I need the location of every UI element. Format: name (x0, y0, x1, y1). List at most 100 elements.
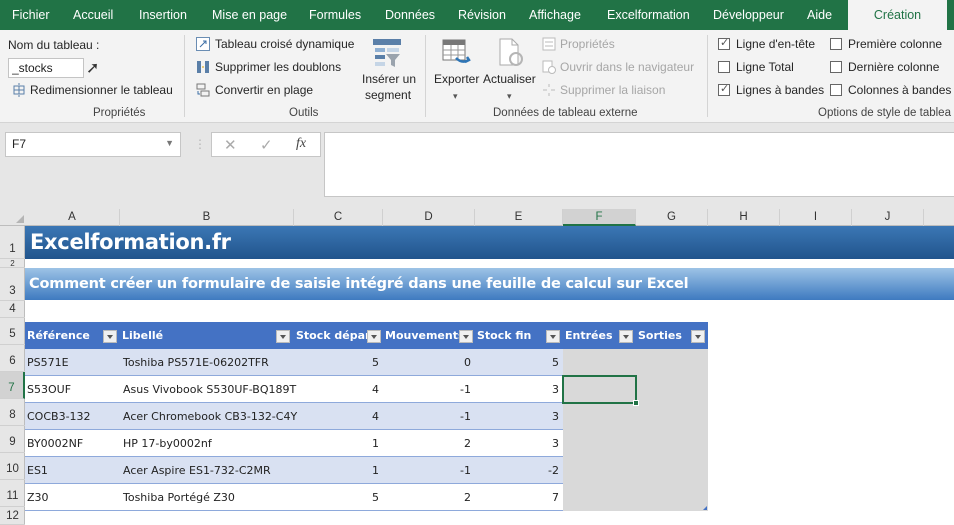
cell-entrees[interactable] (563, 457, 636, 484)
tab-accueil[interactable]: Accueil (73, 0, 113, 30)
cell-stock-depart[interactable]: 5 (294, 484, 383, 511)
refresh-button[interactable]: Actualiser ▾ (482, 36, 538, 106)
cell-sorties[interactable] (636, 430, 708, 457)
cell-libelle[interactable]: Asus Vivobook S530UF-BQ189T (120, 376, 296, 403)
tab-formules[interactable]: Formules (309, 0, 361, 30)
cell-entrees[interactable] (563, 484, 636, 511)
cell-stock-depart[interactable]: 1 (294, 457, 383, 484)
row-header-4[interactable]: 4 (0, 301, 25, 318)
cell-sorties[interactable] (636, 403, 708, 430)
cell-libelle[interactable]: Toshiba Portégé Z30 (120, 484, 294, 511)
cell-sorties[interactable] (636, 457, 708, 484)
cell-sorties[interactable] (636, 376, 708, 403)
filter-dropdown-icon[interactable] (276, 330, 290, 343)
cell-stock-fin[interactable]: 3 (475, 403, 563, 430)
cell-stock-fin[interactable]: 3 (475, 430, 563, 457)
name-box[interactable]: F7 ▼ (5, 132, 181, 157)
row-header-10[interactable]: 10 (0, 453, 25, 480)
drag-handle-icon[interactable]: ⋮ (194, 137, 206, 151)
cell-mouvements[interactable]: -1 (383, 376, 475, 403)
cell-reference[interactable]: S53OUF (25, 376, 120, 403)
row-header-6[interactable]: 6 (0, 345, 25, 372)
cell-mouvements[interactable]: 2 (383, 430, 475, 457)
column-header-b[interactable]: B (120, 209, 294, 226)
cell-sorties[interactable] (636, 349, 708, 376)
row-header-2[interactable]: 2 (0, 259, 25, 268)
column-header-a[interactable]: A (25, 209, 120, 226)
row-header-8[interactable]: 8 (0, 399, 25, 426)
tab-insertion[interactable]: Insertion (139, 0, 187, 30)
cell-reference[interactable]: Z30 (25, 484, 120, 511)
tab-developpeur[interactable]: Développeur (713, 0, 784, 30)
cell-mouvements[interactable]: 2 (383, 484, 475, 511)
column-header-j[interactable]: J (852, 209, 924, 226)
filter-dropdown-icon[interactable] (103, 330, 117, 343)
cell-reference[interactable]: ES1 (25, 457, 120, 484)
cell-libelle[interactable]: Acer Chromebook CB3-132-C4Y (120, 403, 297, 430)
row-header-9[interactable]: 9 (0, 426, 25, 453)
column-header-g[interactable]: G (636, 209, 708, 226)
sheet-subtitle[interactable]: Comment créer un formulaire de saisie in… (25, 268, 954, 300)
tab-creation[interactable]: Création (848, 0, 947, 30)
cell-libelle[interactable]: Toshiba PS571E-06202TFR (120, 349, 294, 376)
cell-stock-fin[interactable]: 5 (475, 349, 563, 376)
cell-reference[interactable]: BY0002NF (25, 430, 120, 457)
tab-mise-en-page[interactable]: Mise en page (212, 0, 287, 30)
column-header-h[interactable]: H (708, 209, 780, 226)
fill-handle[interactable] (633, 400, 639, 406)
cell-entrees[interactable] (563, 349, 636, 376)
tab-revision[interactable]: Révision (458, 0, 506, 30)
column-header-d[interactable]: D (383, 209, 475, 226)
cell-mouvements[interactable]: 0 (383, 349, 475, 376)
cell-stock-depart[interactable]: 5 (294, 349, 383, 376)
tab-fichier[interactable]: Fichier (12, 0, 50, 30)
cell-stock-fin[interactable]: -2 (475, 457, 563, 484)
filter-dropdown-icon[interactable] (691, 330, 705, 343)
filter-dropdown-icon[interactable] (367, 330, 381, 343)
cell-stock-fin[interactable]: 3 (475, 376, 563, 403)
cell-entrees[interactable] (563, 430, 636, 457)
cell-sorties[interactable] (636, 484, 708, 511)
tab-donnees[interactable]: Données (385, 0, 435, 30)
table-resize-handle[interactable] (703, 506, 707, 510)
column-header-c[interactable]: C (294, 209, 383, 226)
chevron-down-icon[interactable]: ▼ (165, 138, 174, 148)
formula-input[interactable] (324, 132, 954, 197)
cell-mouvements[interactable]: -1 (383, 403, 475, 430)
column-header-i[interactable]: I (780, 209, 852, 226)
enter-icon[interactable]: ✓ (260, 136, 273, 154)
cell-entrees[interactable] (563, 403, 636, 430)
cell-stock-depart[interactable]: 1 (294, 430, 383, 457)
tab-aide[interactable]: Aide (807, 0, 832, 30)
cancel-icon[interactable]: ✕ (224, 136, 237, 154)
row-header-1[interactable]: 1 (0, 226, 25, 259)
export-button[interactable]: Exporter ▾ (432, 36, 482, 106)
cell-stock-depart[interactable]: 4 (294, 376, 383, 403)
cell-reference[interactable]: PS571E (25, 349, 120, 376)
table-name-input[interactable] (8, 58, 84, 78)
cell-reference[interactable]: COCB3-132 (25, 403, 120, 430)
cell-libelle[interactable]: Acer Aspire ES1-732-C2MR (120, 457, 294, 484)
cell-stock-fin[interactable]: 7 (475, 484, 563, 511)
insert-slicer-button[interactable]: Insérer un segment (358, 36, 416, 106)
column-header-e[interactable]: E (475, 209, 563, 226)
filter-dropdown-icon[interactable] (546, 330, 560, 343)
row-header-11[interactable]: 11 (0, 480, 25, 507)
row-header-3[interactable]: 3 (0, 268, 25, 301)
select-all-corner[interactable] (0, 209, 25, 226)
active-cell-selection[interactable] (562, 375, 637, 404)
column-header-f[interactable]: F (563, 209, 636, 226)
row-header-5[interactable]: 5 (0, 318, 25, 345)
cell-mouvements[interactable]: -1 (383, 457, 475, 484)
worksheet[interactable]: Excelformation.fr Comment créer un formu… (25, 226, 954, 525)
row-header-12[interactable]: 12 (0, 507, 25, 525)
insert-function-icon[interactable]: fx (296, 136, 306, 152)
tab-affichage[interactable]: Affichage (529, 0, 581, 30)
header-libelle[interactable]: Libellé (120, 322, 294, 349)
filter-dropdown-icon[interactable] (459, 330, 473, 343)
cell-libelle[interactable]: HP 17-by0002nf (120, 430, 294, 457)
sheet-title[interactable]: Excelformation.fr (25, 226, 954, 259)
cell-stock-depart[interactable]: 4 (294, 403, 383, 430)
tab-excelformation[interactable]: Excelformation (607, 0, 690, 30)
row-header-7[interactable]: 7 (0, 372, 25, 399)
